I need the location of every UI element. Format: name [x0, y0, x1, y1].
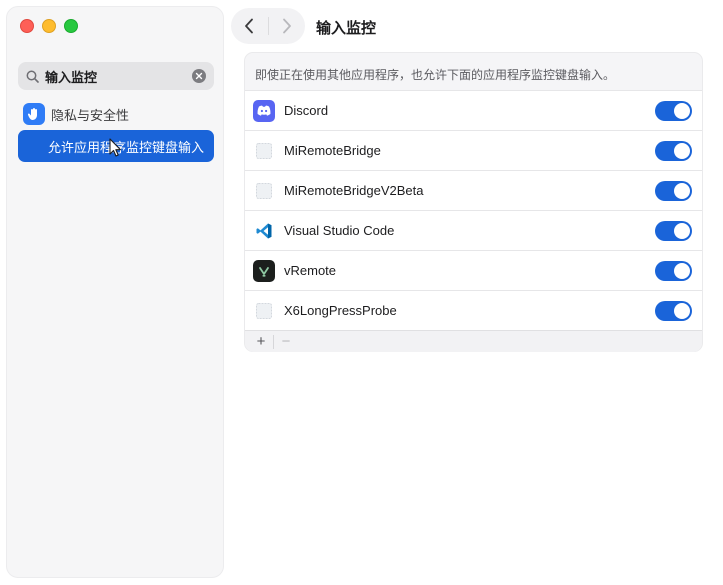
search-field[interactable]: 输入监控 — [18, 62, 214, 90]
navigation-buttons — [231, 8, 305, 44]
chevron-left-icon — [245, 18, 254, 34]
app-list: Discord MiRemoteBridge MiRemoteBridgeV2B… — [245, 90, 702, 330]
list-item: Discord — [245, 90, 702, 130]
search-icon — [26, 70, 39, 83]
toggle-switch[interactable] — [655, 260, 692, 281]
chevron-right-icon — [282, 18, 291, 34]
search-input[interactable]: 输入监控 — [45, 67, 192, 86]
minimize-window-button[interactable] — [42, 19, 56, 33]
app-name: Visual Studio Code — [284, 223, 395, 238]
back-button[interactable] — [231, 8, 268, 44]
generic-app-icon — [253, 140, 275, 162]
toggle-switch[interactable] — [655, 100, 692, 121]
toggle-switch[interactable] — [655, 140, 692, 161]
remove-app-button[interactable]: − — [276, 332, 296, 352]
toggle-switch[interactable] — [655, 220, 692, 241]
app-name: X6LongPressProbe — [284, 303, 397, 318]
sidebar-item-label: 允许应用程序监控键盘输入 — [47, 139, 204, 155]
app-list-panel: 即使正在使用其他应用程序，也允许下面的应用程序监控键盘输入。 Discord M… — [244, 52, 703, 352]
app-name: MiRemoteBridgeV2Beta — [284, 183, 424, 198]
list-item: Visual Studio Code — [245, 210, 702, 250]
toggle-switch[interactable] — [655, 300, 692, 321]
footer-divider — [273, 334, 274, 349]
clear-search-icon[interactable] — [192, 69, 206, 83]
generic-app-icon — [253, 180, 275, 202]
hand-icon — [23, 103, 45, 125]
list-item: MiRemoteBridgeV2Beta — [245, 170, 702, 210]
app-name: vRemote — [284, 263, 337, 278]
add-app-button[interactable]: + — [251, 332, 271, 352]
generic-app-icon — [253, 300, 275, 322]
settings-window: 输入监控 隐私与安全性 允许应用程序监控键盘输入 输入监控 即使正在使用其他应用… — [0, 0, 723, 585]
sidebar-item-privacy-security[interactable]: 隐私与安全性 — [23, 103, 129, 125]
toggle-switch[interactable] — [655, 180, 692, 201]
list-item: X6LongPressProbe — [245, 290, 702, 330]
app-name: Discord — [284, 103, 329, 118]
list-footer: + − — [245, 330, 702, 352]
list-item: MiRemoteBridge — [245, 130, 702, 170]
sidebar: 输入监控 隐私与安全性 允许应用程序监控键盘输入 — [6, 6, 224, 578]
zoom-window-button[interactable] — [64, 19, 78, 33]
app-name: MiRemoteBridge — [284, 143, 381, 158]
sidebar-item-label: 隐私与安全性 — [51, 107, 130, 123]
vscode-icon — [253, 219, 275, 242]
vremote-icon — [253, 259, 275, 282]
mouse-cursor-icon — [109, 138, 122, 157]
forward-button[interactable] — [268, 8, 305, 44]
discord-icon — [253, 99, 275, 122]
close-window-button[interactable] — [20, 19, 34, 33]
page-title: 输入监控 — [316, 20, 377, 37]
list-item: vRemote — [245, 250, 702, 290]
description-text: 即使正在使用其他应用程序，也允许下面的应用程序监控键盘输入。 — [255, 68, 616, 82]
